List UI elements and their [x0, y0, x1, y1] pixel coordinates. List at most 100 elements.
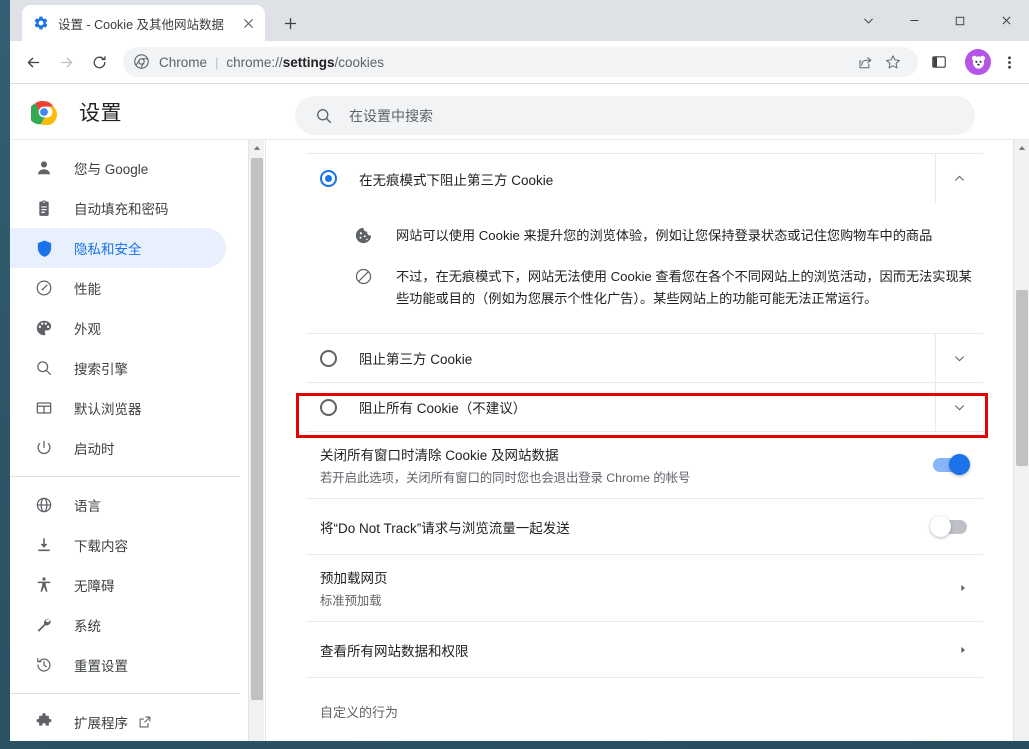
url-prefix: chrome:// — [226, 54, 283, 70]
power-icon — [34, 438, 54, 458]
settings-sidebar: 您与 Google 自动填充和密码 隐私和安全 性能 外观 搜索引擎 默认浏览器… — [10, 140, 240, 741]
new-tab-button[interactable] — [276, 9, 304, 37]
settings-search-input[interactable]: 在设置中搜索 — [295, 96, 975, 135]
browser-tab[interactable]: 设置 - Cookie 及其他网站数据 — [22, 5, 265, 41]
setting-title: 查看所有网站数据和权限 — [320, 643, 469, 659]
chevron-down-icon[interactable] — [935, 382, 983, 432]
setting-title: 预加载网页 — [320, 571, 388, 587]
radio-row-block-third-party[interactable]: 阻止第三方 Cookie — [306, 333, 983, 384]
sidebar-item-autofill-passwords[interactable]: 自动填充和密码 — [10, 188, 226, 228]
setting-row-preload-pages[interactable]: 预加载网页 标准预加载 — [306, 555, 983, 623]
speedometer-icon — [34, 278, 54, 298]
sidebar-item-privacy-security[interactable]: 隐私和安全 — [10, 228, 226, 268]
sidebar-item-label: 默认浏览器 — [74, 402, 142, 417]
toggle-switch[interactable] — [930, 515, 967, 537]
radio-button[interactable] — [320, 170, 337, 187]
scroll-up-arrow-icon[interactable] — [1014, 140, 1029, 156]
maximize-button[interactable] — [937, 0, 983, 41]
omnibox-url: chrome://settings/cookies — [226, 55, 384, 70]
sidebar-item-you-and-google[interactable]: 您与 Google — [10, 148, 226, 188]
radio-label: 阻止第三方 Cookie — [359, 352, 473, 368]
sidebar-item-system[interactable]: 系统 — [10, 605, 226, 645]
clipboard-icon — [34, 198, 54, 218]
setting-texts: 将“Do Not Track”请求与浏览流量一起发送 — [320, 517, 933, 537]
detail-item: 网站可以使用 Cookie 来提升您的浏览体验，例如让您保持登录状态或记住您购物… — [306, 215, 983, 256]
setting-subtitle: 若开启此选项，关闭所有窗口的同时您也会退出登录 Chrome 的帐号 — [320, 471, 691, 486]
sidebar-item-label: 下载内容 — [74, 539, 128, 554]
bookmark-star-icon[interactable] — [880, 49, 906, 75]
close-button[interactable] — [983, 0, 1029, 41]
back-button[interactable] — [18, 47, 48, 77]
download-icon — [34, 535, 54, 555]
shield-icon — [34, 238, 54, 258]
cookie-icon — [354, 226, 374, 246]
detail-text: 不过，在无痕模式下，网站无法使用 Cookie 查看您在各个不同网站上的浏览活动… — [396, 269, 972, 306]
detail-item: 不过，在无痕模式下，网站无法使用 Cookie 查看您在各个不同网站上的浏览活动… — [306, 256, 983, 319]
chrome-logo-icon — [134, 54, 150, 70]
radio-label: 阻止所有 Cookie（不建议） — [359, 401, 527, 417]
sidebar-item-default-browser[interactable]: 默认浏览器 — [10, 388, 226, 428]
chrome-logo-icon — [28, 99, 57, 125]
setting-subtitle: 标准预加载 — [320, 594, 382, 609]
profile-avatar[interactable] — [965, 49, 991, 75]
sidebar-item-label: 语言 — [74, 499, 101, 514]
browser-window-icon — [34, 398, 54, 418]
setting-row-do-not-track[interactable]: 将“Do Not Track”请求与浏览流量一起发送 — [306, 499, 983, 556]
setting-texts: 预加载网页 标准预加载 — [320, 567, 943, 609]
setting-row-all-site-data[interactable]: 查看所有网站数据和权限 — [306, 622, 983, 679]
side-panel-icon[interactable] — [924, 47, 954, 77]
sidebar-item-label: 您与 Google — [74, 162, 149, 177]
setting-texts: 查看所有网站数据和权限 — [320, 640, 943, 660]
page-scrollbar[interactable] — [1013, 140, 1029, 741]
minimize-button[interactable] — [891, 0, 937, 41]
close-icon[interactable] — [240, 15, 257, 32]
radio-row-block-all-cookies[interactable]: 阻止所有 Cookie（不建议） — [306, 382, 983, 433]
sidebar-item-label: 隐私和安全 — [74, 242, 142, 257]
sidebar-item-search-engine[interactable]: 搜索引擎 — [10, 348, 226, 388]
sidebar-item-performance[interactable]: 性能 — [10, 268, 226, 308]
sidebar-item-on-startup[interactable]: 启动时 — [10, 428, 226, 468]
toggle-switch[interactable] — [933, 454, 970, 476]
chevron-right-icon[interactable] — [943, 583, 983, 593]
cookie-option-details: 网站可以使用 Cookie 来提升您的浏览体验，例如让您保持登录状态或记住您购物… — [306, 203, 983, 335]
scroll-down-arrow-icon[interactable] — [249, 735, 264, 741]
sidebar-scrollbar[interactable] — [248, 140, 264, 741]
toggle-knob — [949, 454, 970, 476]
sidebar-item-downloads[interactable]: 下载内容 — [10, 525, 226, 565]
sidebar-item-extensions[interactable]: 扩展程序 — [10, 702, 226, 741]
radio-button[interactable] — [320, 398, 337, 416]
open-in-new-icon[interactable] — [138, 715, 153, 730]
sidebar-item-label: 系统 — [74, 619, 101, 634]
sidebar-item-reset-settings[interactable]: 重置设置 — [10, 645, 226, 685]
sidebar-item-languages[interactable]: 语言 — [10, 485, 226, 525]
page-scrollbar-thumb[interactable] — [1016, 290, 1028, 466]
cookies-card: 在无痕模式下阻止第三方 Cookie 网站可以使用 Cookie 来提升您的浏览… — [306, 140, 983, 731]
sidebar-item-appearance[interactable]: 外观 — [10, 308, 226, 348]
sidebar-item-label: 扩展程序 — [74, 716, 128, 731]
radio-row-block-third-party-incognito[interactable]: 在无痕模式下阻止第三方 Cookie — [306, 154, 983, 203]
chevron-right-icon[interactable] — [943, 645, 983, 655]
sidebar-divider — [10, 693, 240, 694]
share-icon[interactable] — [852, 49, 878, 75]
chevron-down-icon[interactable] — [935, 333, 983, 383]
sidebar-item-accessibility[interactable]: 无障碍 — [10, 565, 226, 605]
reload-button[interactable] — [84, 47, 114, 77]
three-dot-menu-icon[interactable] — [995, 47, 1023, 77]
sidebar-scrollbar-thumb[interactable] — [251, 158, 263, 700]
globe-icon — [34, 495, 54, 515]
forward-button[interactable] — [51, 47, 81, 77]
address-bar[interactable]: Chrome | chrome://settings/cookies — [123, 47, 918, 77]
chevron-up-icon[interactable] — [935, 154, 983, 203]
sidebar-item-label: 无障碍 — [74, 579, 115, 594]
setting-row-clear-cookies-on-close[interactable]: 关闭所有窗口时清除 Cookie 及网站数据 若开启此选项，关闭所有窗口的同时您… — [306, 432, 983, 500]
tab-search-chevron-down-icon[interactable] — [845, 0, 891, 41]
page-title: 设置 — [79, 101, 122, 125]
scroll-up-arrow-icon[interactable] — [249, 140, 264, 156]
toggle-knob — [930, 515, 951, 537]
top-divider — [306, 140, 983, 154]
scroll-down-arrow-icon[interactable] — [1014, 735, 1029, 741]
search-icon — [34, 358, 54, 378]
radio-button[interactable] — [320, 349, 337, 367]
sidebar-item-label: 自动填充和密码 — [74, 202, 169, 217]
section-label-custom-behavior: 自定义的行为 — [320, 705, 399, 721]
